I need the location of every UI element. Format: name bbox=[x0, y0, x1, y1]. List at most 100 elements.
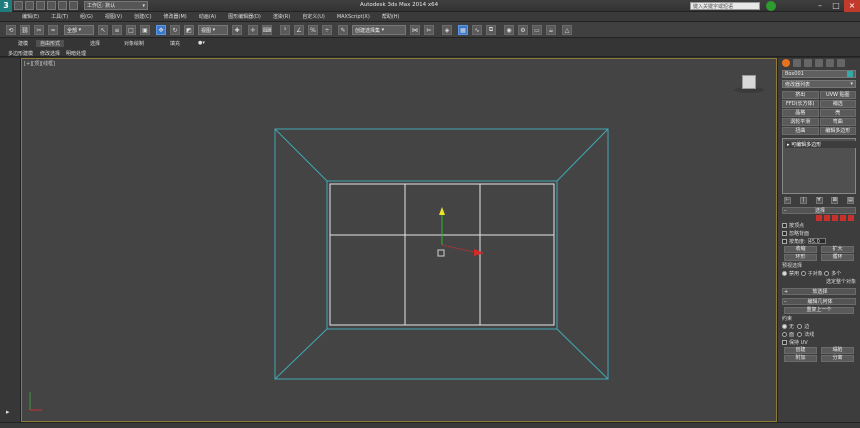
workspace-dropdown[interactable]: 工作区: 默认 ▾ bbox=[84, 1, 148, 10]
constraint-face-radio[interactable] bbox=[782, 331, 787, 337]
utilities-tab-icon[interactable] bbox=[837, 59, 845, 67]
vertex-level-icon[interactable] bbox=[816, 215, 822, 221]
material-editor-icon[interactable]: ◉ bbox=[504, 25, 514, 35]
subtab-shading[interactable]: 明暗处理 bbox=[66, 50, 86, 57]
spinner-snap-icon[interactable]: ÷ bbox=[322, 25, 332, 35]
angle-snap-icon[interactable]: ∠ bbox=[294, 25, 304, 35]
pivot-center-icon[interactable]: ✚ bbox=[232, 25, 242, 35]
tab-selection[interactable]: 选择 bbox=[86, 40, 104, 47]
turbosmooth-button[interactable]: 涡轮平滑 bbox=[782, 118, 819, 126]
configure-sets-icon[interactable]: ▤ bbox=[847, 197, 854, 204]
unlink-icon[interactable]: ✂ bbox=[34, 25, 44, 35]
viewcube[interactable] bbox=[742, 75, 756, 89]
viewport-top[interactable]: [+][顶][线框] bbox=[21, 58, 777, 422]
uvw-map-button[interactable]: UVW 贴图 bbox=[819, 91, 856, 99]
tab-populate[interactable]: 填充 bbox=[166, 40, 184, 47]
viewport-canvas[interactable] bbox=[22, 59, 778, 423]
percent-snap-icon[interactable]: % bbox=[308, 25, 318, 35]
help-icon[interactable] bbox=[766, 1, 776, 11]
remove-modifier-icon[interactable]: ⊠ bbox=[831, 197, 839, 204]
element-level-icon[interactable] bbox=[848, 215, 854, 221]
patch-select-button[interactable]: 補选 bbox=[819, 100, 856, 108]
expand-arrow-icon[interactable]: ▸ bbox=[6, 408, 14, 416]
mirror-icon[interactable]: ⋈ bbox=[410, 25, 420, 35]
edit-geometry-rollout-header[interactable]: – 编辑几何体 bbox=[782, 298, 856, 305]
border-level-icon[interactable] bbox=[832, 215, 838, 221]
menu-item-5[interactable]: 修改器(M) bbox=[164, 13, 187, 20]
move-gizmo[interactable] bbox=[437, 207, 484, 257]
constraint-none-radio[interactable] bbox=[782, 323, 787, 329]
ribbon-options-icon[interactable]: ●▾ bbox=[194, 40, 209, 46]
display-tab-icon[interactable] bbox=[826, 59, 834, 67]
bind-space-warp-icon[interactable]: ≈ bbox=[48, 25, 58, 35]
new-file-icon[interactable] bbox=[14, 1, 23, 10]
menu-item-0[interactable]: 编辑(E) bbox=[22, 13, 39, 20]
ignore-backface-row[interactable]: 忽略背面 bbox=[782, 229, 856, 237]
open-file-icon[interactable] bbox=[25, 1, 34, 10]
layer-manager-icon[interactable]: ◈ bbox=[442, 25, 452, 35]
selection-filter-dropdown[interactable]: 全部 ▾ bbox=[64, 25, 94, 35]
modify-tab-icon[interactable] bbox=[793, 59, 801, 67]
grow-button[interactable]: 扩大 bbox=[821, 245, 854, 253]
select-by-name-icon[interactable]: ≡ bbox=[112, 25, 122, 35]
render-iterative-icon[interactable]: △ bbox=[562, 25, 572, 35]
menu-item-7[interactable]: 图形编辑器(D) bbox=[228, 13, 261, 20]
link-icon[interactable]: ⛓ bbox=[20, 25, 30, 35]
extrude-button[interactable]: 挤出 bbox=[782, 91, 819, 99]
undo-icon[interactable] bbox=[47, 1, 56, 10]
create-button[interactable]: 创建 bbox=[784, 346, 817, 354]
shell-button[interactable]: 壳 bbox=[819, 109, 856, 117]
curve-editor-icon[interactable]: ∿ bbox=[472, 25, 482, 35]
preview-multi-radio[interactable] bbox=[824, 270, 830, 276]
window-crossing-icon[interactable]: ▣ bbox=[140, 25, 150, 35]
rect-selection-icon[interactable]: □ bbox=[126, 25, 136, 35]
rendered-frame-icon[interactable]: ▭ bbox=[532, 25, 542, 35]
align-icon[interactable]: ⊨ bbox=[424, 25, 434, 35]
shrink-button[interactable]: 收缩 bbox=[784, 245, 817, 253]
menu-item-2[interactable]: 组(G) bbox=[80, 13, 93, 20]
select-manipulate-icon[interactable]: ✛ bbox=[248, 25, 258, 35]
bend-button[interactable]: 弯曲 bbox=[819, 118, 856, 126]
maximize-icon[interactable]: □ bbox=[828, 0, 844, 12]
edit-named-sel-icon[interactable]: ✎ bbox=[338, 25, 348, 35]
pin-stack-icon[interactable]: ⊢ bbox=[784, 197, 791, 204]
menu-item-10[interactable]: MAXScript(X) bbox=[337, 14, 370, 20]
redo-icon[interactable] bbox=[58, 1, 67, 10]
select-object-icon[interactable]: ↖ bbox=[98, 25, 108, 35]
menu-item-3[interactable]: 视图(V) bbox=[105, 13, 122, 20]
attach-button[interactable]: 附加 bbox=[784, 354, 817, 362]
menu-item-11[interactable]: 帮助(H) bbox=[382, 13, 400, 20]
by-vertex-checkbox[interactable] bbox=[782, 222, 787, 228]
edit-poly-button[interactable]: 编辑多边形 bbox=[819, 127, 856, 135]
preview-subobj-radio[interactable] bbox=[800, 270, 806, 276]
select-whole-object-button[interactable]: 选定整个对象 bbox=[782, 277, 856, 285]
scale-icon[interactable]: ◩ bbox=[184, 25, 194, 35]
undo-tool-icon[interactable]: ⟲ bbox=[6, 25, 16, 35]
reference-coord-dropdown[interactable]: 视图 ▾ bbox=[198, 25, 228, 35]
twist-button[interactable]: 扭曲 bbox=[782, 127, 819, 135]
object-color-swatch[interactable] bbox=[847, 71, 853, 77]
repeat-last-button[interactable]: 重复上一个 bbox=[784, 306, 854, 314]
menu-item-4[interactable]: 创建(C) bbox=[134, 13, 151, 20]
modifier-stack[interactable]: ▸ 可编辑多边形 bbox=[782, 138, 857, 194]
motion-tab-icon[interactable] bbox=[815, 59, 823, 67]
close-icon[interactable]: × bbox=[844, 0, 860, 12]
menu-item-8[interactable]: 渲染(R) bbox=[273, 13, 290, 20]
app-logo-icon[interactable]: 3 bbox=[0, 0, 12, 12]
hold-icon[interactable] bbox=[69, 1, 78, 10]
minimize-icon[interactable]: – bbox=[812, 0, 828, 12]
edge-level-icon[interactable] bbox=[824, 215, 830, 221]
box-object-wireframe[interactable] bbox=[329, 183, 555, 326]
create-tab-icon[interactable] bbox=[782, 59, 790, 67]
soft-selection-rollout-header[interactable]: + 软选择 bbox=[782, 288, 856, 295]
loop-button[interactable]: 循环 bbox=[821, 253, 854, 261]
lattice-button[interactable]: 晶格 bbox=[782, 109, 819, 117]
menu-item-9[interactable]: 自定义(U) bbox=[302, 13, 325, 20]
tab-modeling[interactable]: 建模 bbox=[14, 40, 32, 47]
preserve-uv-row[interactable]: 保持 UV bbox=[782, 338, 856, 346]
tab-object-paint[interactable]: 对象绘制 bbox=[120, 40, 148, 47]
search-input[interactable]: 键入关键字或短语 bbox=[690, 2, 760, 10]
ignore-backface-checkbox[interactable] bbox=[782, 230, 787, 236]
save-file-icon[interactable] bbox=[36, 1, 45, 10]
constraint-normal-radio[interactable] bbox=[797, 331, 803, 337]
